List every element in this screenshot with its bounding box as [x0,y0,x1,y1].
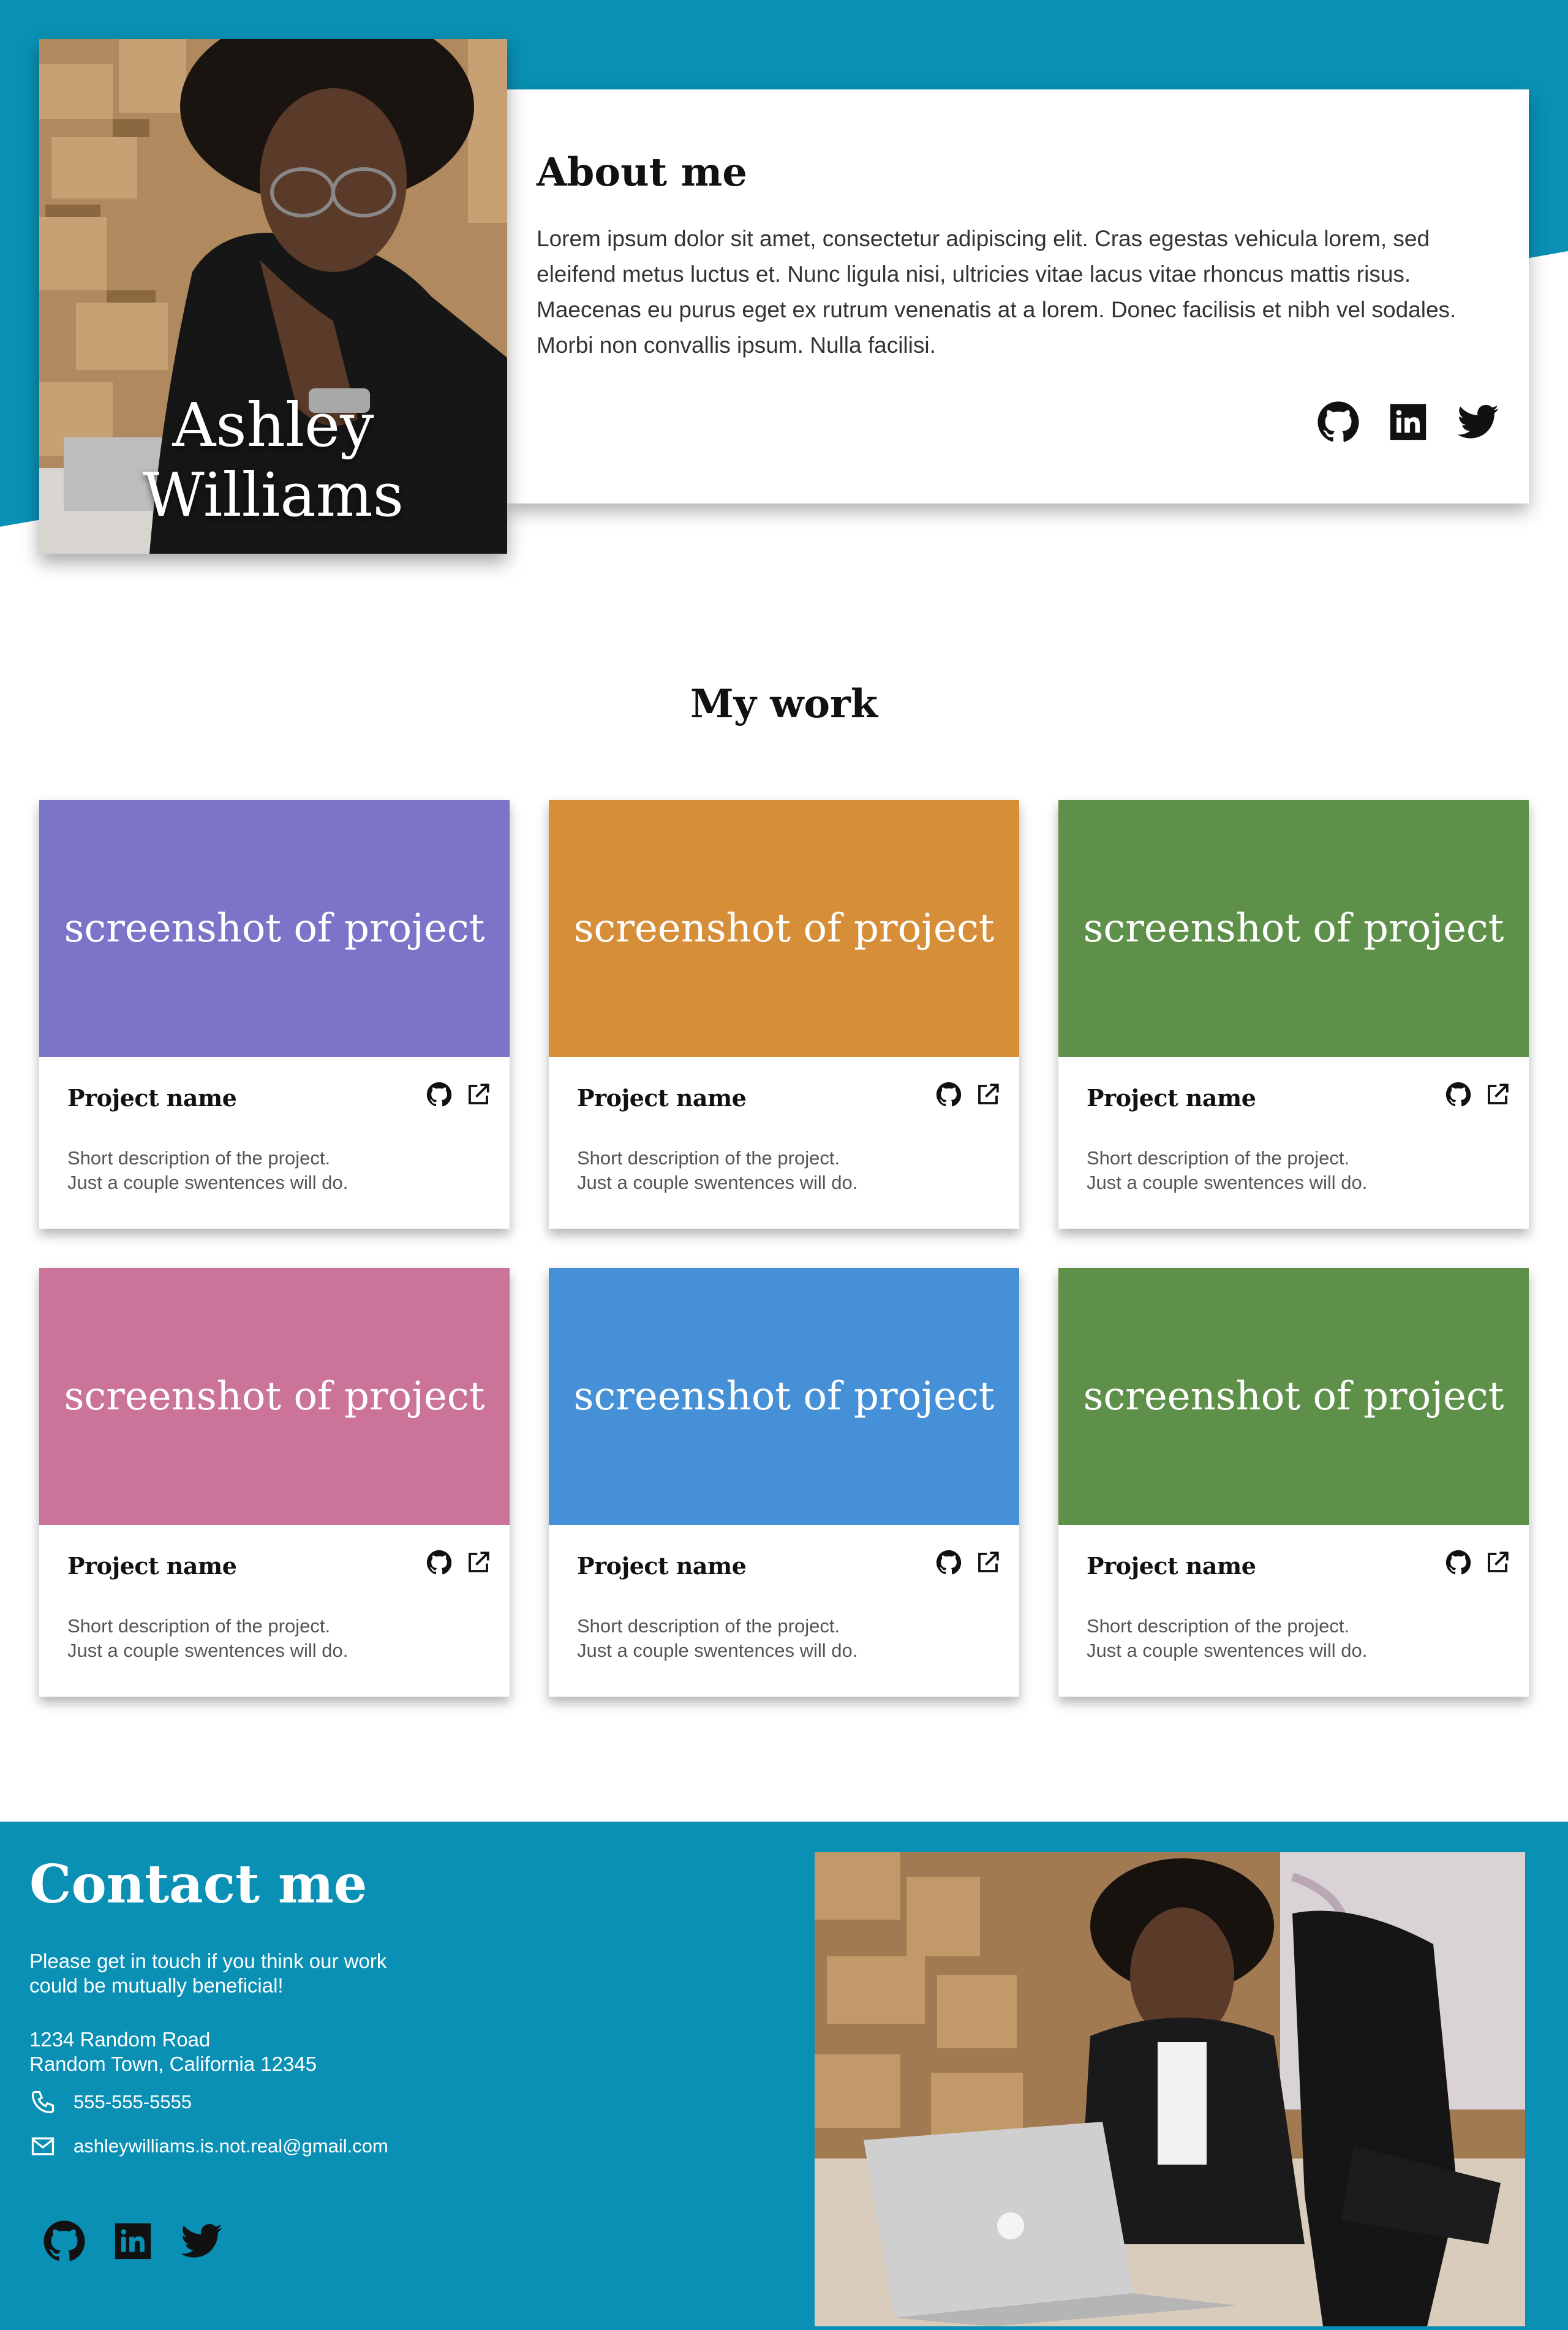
github-icon[interactable] [426,1082,452,1107]
project-description-line: Short description of the project. [67,1147,331,1169]
project-name: Project name [67,1084,237,1112]
about-text: Lorem ipsum dolor sit amet, consectetur … [537,226,1457,358]
external-link-icon[interactable] [1485,1550,1510,1575]
project-description-line: Just a couple swentences will do. [1087,1640,1368,1661]
project-card[interactable]: screenshot of project Project name Short… [39,800,510,1229]
contact-message: Please get in touch if you think our wor… [29,1949,386,1998]
contact-email[interactable]: ashleywilliams.is.not.real@gmail.com [29,2133,388,2160]
project-description-line: Just a couple swentences will do. [577,1640,858,1661]
contact-social-links [43,2220,223,2263]
project-name: Project name [577,1552,747,1580]
external-link-icon[interactable] [975,1550,1001,1575]
external-link-icon[interactable] [1485,1082,1510,1107]
github-icon[interactable] [43,2220,86,2263]
twitter-icon[interactable] [1457,401,1499,443]
contact-message-line: Please get in touch if you think our wor… [29,1950,387,1972]
contact-message-line: could be mutually beneficial! [29,1974,284,1997]
contact-section: Contact me Please get in touch if you th… [0,1822,1568,2330]
project-card[interactable]: screenshot of project Project name Short… [39,1268,510,1697]
linkedin-icon[interactable] [111,2220,154,2263]
project-description: Short description of the project. Just a… [67,1614,410,1663]
about-title: About me [537,149,747,195]
github-icon[interactable] [1317,401,1360,443]
about-card: About me Lorem ipsum dolor sit amet, con… [507,89,1529,503]
project-description-line: Short description of the project. [577,1147,840,1169]
github-icon[interactable] [936,1082,962,1107]
project-name: Project name [1087,1084,1256,1112]
project-description: Short description of the project. Just a… [67,1146,410,1195]
external-link-icon[interactable] [466,1082,491,1107]
github-icon[interactable] [1446,1082,1471,1107]
github-icon[interactable] [426,1550,452,1575]
external-link-icon[interactable] [975,1082,1001,1107]
mail-icon [31,2137,55,2155]
address-line: 1234 Random Road [29,2028,211,2051]
project-screenshot: screenshot of project [549,1268,1019,1525]
project-description-line: Short description of the project. [1087,1147,1350,1169]
work-title: My work [690,681,878,727]
contact-phone[interactable]: 555-555-5555 [29,2089,192,2116]
project-card[interactable]: screenshot of project Project name Short… [1058,800,1529,1229]
project-description: Short description of the project. Just a… [1087,1146,1430,1195]
project-description-line: Just a couple swentences will do. [1087,1172,1368,1193]
project-screenshot: screenshot of project [39,1268,510,1525]
project-name: Project name [577,1084,747,1112]
project-screenshot: screenshot of project [39,800,510,1057]
contact-title: Contact me [29,1853,368,1915]
project-screenshot: screenshot of project [549,800,1019,1057]
project-screenshot: screenshot of project [1058,800,1529,1057]
github-icon[interactable] [936,1550,962,1575]
twitter-icon[interactable] [180,2220,223,2263]
project-description-line: Short description of the project. [1087,1615,1350,1637]
project-description: Short description of the project. Just a… [577,1146,920,1195]
profile-name: Ashley Williams [142,391,404,530]
project-name: Project name [67,1552,237,1580]
project-card[interactable]: screenshot of project Project name Short… [549,1268,1019,1697]
project-description-line: Just a couple swentences will do. [577,1172,858,1193]
address-line: Random Town, California 12345 [29,2053,317,2075]
linkedin-icon[interactable] [1387,401,1430,443]
project-description-line: Just a couple swentences will do. [67,1640,349,1661]
project-description-line: Short description of the project. [577,1615,840,1637]
contact-address: 1234 Random Road Random Town, California… [29,2027,317,2076]
contact-photo [815,1852,1525,2326]
contact-photo-image [815,1852,1525,2326]
project-card[interactable]: screenshot of project Project name Short… [549,800,1019,1229]
project-description: Short description of the project. Just a… [577,1614,920,1663]
external-link-icon[interactable] [466,1550,491,1575]
project-screenshot: screenshot of project [1058,1268,1529,1525]
email-address[interactable]: ashleywilliams.is.not.real@gmail.com [74,2135,388,2157]
project-card[interactable]: screenshot of project Project name Short… [1058,1268,1529,1697]
project-name: Project name [1087,1552,1256,1580]
project-description: Short description of the project. Just a… [1087,1614,1430,1663]
project-description-line: Short description of the project. [67,1615,331,1637]
phone-number[interactable]: 555-555-5555 [74,2091,192,2113]
github-icon[interactable] [1446,1550,1471,1575]
profile-photo-card: Ashley Williams [39,39,507,554]
project-description-line: Just a couple swentences will do. [67,1172,349,1193]
about-social-links [1317,401,1499,443]
phone-icon [31,2091,55,2114]
